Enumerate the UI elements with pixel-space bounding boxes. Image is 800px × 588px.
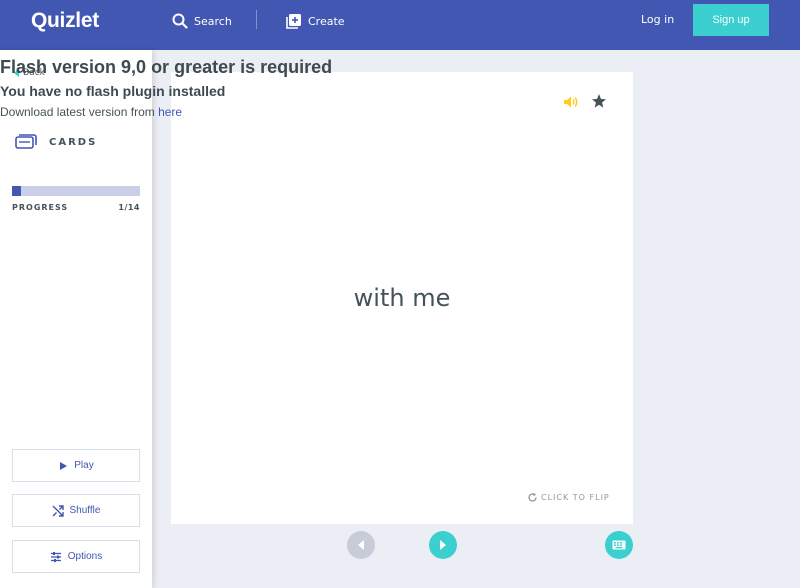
- progress-label: PROGRESS: [12, 203, 69, 212]
- login-link[interactable]: Log in: [641, 13, 674, 26]
- top-nav-bar: Quizlet Search Create Log in Sign up: [0, 0, 800, 50]
- next-card-button[interactable]: [429, 531, 457, 559]
- quizlet-logo[interactable]: Quizlet: [31, 9, 99, 33]
- card-term: with me: [353, 284, 451, 312]
- keyboard-icon: [612, 540, 626, 550]
- previous-card-button[interactable]: [347, 531, 375, 559]
- search-label: Search: [194, 14, 232, 28]
- search-button[interactable]: Search: [172, 11, 232, 31]
- play-label: Play: [74, 460, 94, 471]
- flashcard[interactable]: with me CLICK TO FLIP: [171, 72, 633, 524]
- shuffle-label: Shuffle: [69, 505, 101, 516]
- prev-icon: [358, 540, 364, 550]
- keyboard-shortcuts-button[interactable]: [605, 531, 633, 559]
- flash-download-link[interactable]: here: [158, 105, 182, 119]
- flash-notice-subtitle: You have no flash plugin installed: [0, 83, 226, 99]
- study-mode-label: CARDS: [49, 136, 98, 148]
- flip-label: CLICK TO FLIP: [541, 493, 610, 502]
- create-icon: [286, 14, 301, 29]
- options-label: Options: [67, 551, 103, 562]
- create-button[interactable]: Create: [286, 11, 345, 31]
- options-button[interactable]: Options: [12, 540, 140, 573]
- shuffle-button[interactable]: Shuffle: [12, 494, 140, 527]
- flash-download-text: Download latest version from here: [0, 105, 332, 119]
- flash-notice: Flash version 9,0 or greater is required…: [0, 57, 332, 119]
- flash-notice-title: Flash version 9,0 or greater is required: [0, 57, 333, 77]
- signup-button[interactable]: Sign up: [693, 4, 769, 36]
- play-icon: [60, 461, 68, 470]
- options-icon: [50, 551, 61, 562]
- progress-bar-fill: [12, 186, 22, 196]
- progress-bar: [12, 186, 140, 196]
- create-label: Create: [308, 14, 345, 28]
- study-mode-title: CARDS: [15, 134, 97, 150]
- progress-count: 1/14: [118, 203, 140, 212]
- click-to-flip[interactable]: CLICK TO FLIP: [527, 492, 610, 503]
- star-icon[interactable]: [591, 93, 607, 113]
- nav-divider: [256, 10, 257, 29]
- flash-download-prefix: Download latest version from: [0, 105, 159, 119]
- shuffle-icon: [52, 504, 64, 517]
- cards-icon: [15, 134, 37, 149]
- next-icon: [440, 540, 446, 550]
- play-button[interactable]: Play: [12, 449, 140, 482]
- study-sidebar: Back CARDS PROGRESS 1/14 Play Shuffle Op…: [0, 50, 152, 588]
- search-icon: [172, 13, 188, 29]
- audio-icon[interactable]: [563, 94, 579, 113]
- flip-icon: [528, 492, 537, 502]
